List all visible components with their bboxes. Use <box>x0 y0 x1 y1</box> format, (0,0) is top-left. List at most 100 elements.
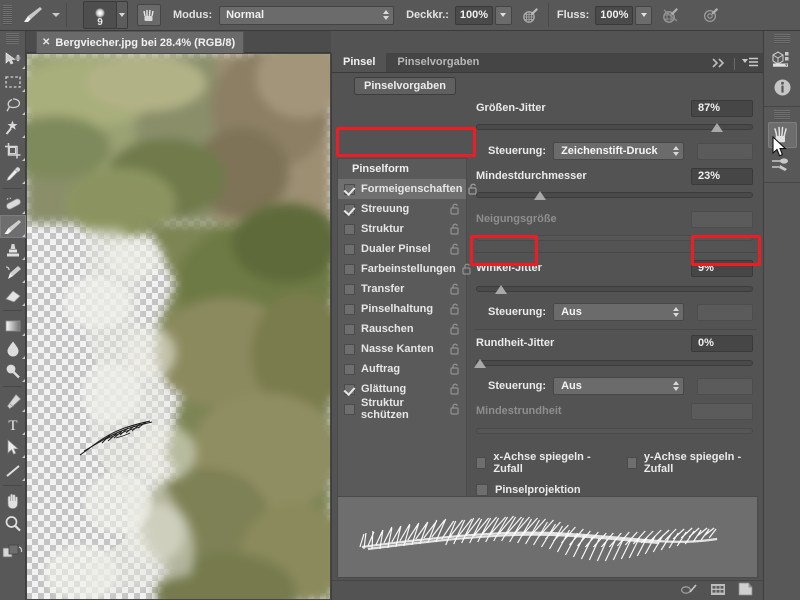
checkbox-glaettung[interactable] <box>344 383 355 395</box>
dock-group-grip[interactable] <box>774 34 790 44</box>
angle-jitter-control-extra[interactable] <box>696 303 753 321</box>
tool-dodge[interactable] <box>0 360 26 383</box>
close-x-icon[interactable]: ✕ <box>42 37 50 48</box>
pressure-opacity-icon[interactable] <box>520 4 542 26</box>
lock-open-icon[interactable] <box>450 383 460 395</box>
brush-toggle-icon[interactable] <box>680 583 698 598</box>
checkbox-pinselhaltung[interactable] <box>344 303 355 315</box>
double-chevron-right-icon[interactable] <box>712 57 728 71</box>
angle-jitter-slider[interactable] <box>476 283 753 295</box>
toolbox-grip[interactable] <box>6 33 19 44</box>
checkbox-transfer[interactable] <box>344 283 355 295</box>
tool-healing-brush[interactable] <box>0 192 26 215</box>
lock-open-icon[interactable] <box>450 203 460 215</box>
checkbox-streuung[interactable] <box>344 203 355 215</box>
roundness-jitter-control-extra[interactable] <box>696 377 753 395</box>
tool-hand[interactable] <box>0 489 26 512</box>
lock-open-icon[interactable] <box>450 363 460 375</box>
info-panel-icon[interactable] <box>768 74 797 100</box>
tool-lasso[interactable] <box>0 93 26 116</box>
slider-thumb[interactable] <box>494 285 507 294</box>
tool-gradient[interactable] <box>0 314 26 337</box>
checkbox-flip-y[interactable] <box>626 457 637 469</box>
checkbox-struktur-schuetzen[interactable] <box>344 403 355 415</box>
new-preset-icon[interactable] <box>710 583 726 599</box>
panel-menu-icon[interactable] <box>741 57 759 71</box>
roundness-jitter-control-select[interactable]: Aus <box>553 377 684 395</box>
option-transfer[interactable]: Transfer <box>338 279 466 299</box>
lock-open-icon[interactable] <box>462 263 472 275</box>
checkbox-dualer-pinsel[interactable] <box>344 243 355 255</box>
tool-blur[interactable] <box>0 337 26 360</box>
checkbox-auftrag[interactable] <box>344 363 355 375</box>
min-diameter-slider[interactable] <box>476 189 753 201</box>
tool-pen[interactable] <box>0 390 26 413</box>
lock-open-icon[interactable] <box>450 283 460 295</box>
angle-jitter-value[interactable]: 9% <box>691 259 753 277</box>
checkbox-flip-x[interactable] <box>476 457 487 469</box>
pressure-flow-icon[interactable] <box>660 4 682 26</box>
option-pinselhaltung[interactable]: Pinselhaltung <box>338 299 466 319</box>
checkbox-nasse-kanten[interactable] <box>344 343 355 355</box>
brush-preset-chevron-down-icon[interactable] <box>117 1 128 29</box>
brush-projection-option[interactable]: Pinselprojektion <box>476 484 753 496</box>
airbrush-icon[interactable] <box>700 4 722 26</box>
mode-select[interactable]: Normal <box>219 5 395 25</box>
canvas-area[interactable] <box>26 53 331 600</box>
checkbox-struktur[interactable] <box>344 223 355 235</box>
tool-eraser[interactable] <box>0 284 26 307</box>
lock-open-icon[interactable] <box>450 303 460 315</box>
flip-y-option[interactable]: y-Achse spiegeln - Zufall <box>626 451 754 475</box>
flow-chevron-down-icon[interactable] <box>635 5 653 25</box>
angle-jitter-control-select[interactable]: Aus <box>553 303 684 321</box>
checkbox-farbeinstellungen[interactable] <box>344 263 355 275</box>
size-jitter-control-select[interactable]: Zeichenstift-Druck <box>553 142 684 160</box>
slider-thumb[interactable] <box>474 359 486 368</box>
new-brush-icon[interactable] <box>738 582 753 599</box>
size-jitter-value[interactable]: 87% <box>691 99 753 117</box>
foreground-background-colors-icon[interactable] <box>0 541 26 564</box>
option-rauschen[interactable]: Rauschen <box>338 319 466 339</box>
brush-tip-shape-header[interactable]: Pinselform <box>338 159 466 179</box>
option-struktur-schuetzen[interactable]: Struktur schützen <box>338 397 466 421</box>
options-bar-grip[interactable] <box>3 5 12 25</box>
tool-move[interactable] <box>0 47 26 70</box>
brush-presets-button[interactable]: Pinselvorgaben <box>354 76 456 95</box>
tab-pinsel[interactable]: Pinsel <box>332 52 387 72</box>
lock-open-icon[interactable] <box>450 223 460 235</box>
tool-type[interactable]: T <box>0 413 26 436</box>
lock-open-icon[interactable] <box>450 403 460 415</box>
roundness-jitter-slider[interactable] <box>474 357 753 369</box>
slider-thumb[interactable] <box>533 191 546 200</box>
tool-clone-stamp[interactable] <box>0 238 26 261</box>
checkbox-rauschen[interactable] <box>344 323 355 335</box>
tab-pinselvorgaben[interactable]: Pinselvorgaben <box>386 52 490 72</box>
lock-open-icon[interactable] <box>450 343 460 355</box>
option-nasse-kanten[interactable]: Nasse Kanten <box>338 339 466 359</box>
tool-brush[interactable] <box>0 215 26 238</box>
opacity-chevron-down-icon[interactable] <box>494 5 512 25</box>
tool-magic-wand[interactable] <box>0 116 26 139</box>
option-farbeinstellungen[interactable]: Farbeinstellungen <box>338 259 471 279</box>
slider-thumb[interactable] <box>710 123 723 132</box>
tool-marquee[interactable] <box>0 70 26 93</box>
tool-path-selection[interactable] <box>0 436 26 459</box>
tool-eyedropper[interactable] <box>0 162 26 185</box>
flow-value[interactable]: 100% <box>595 5 634 25</box>
tool-history-brush[interactable] <box>0 261 26 284</box>
checkbox-brush-projection[interactable] <box>476 484 488 496</box>
flip-x-option[interactable]: x-Achse spiegeln - Zufall <box>476 451 603 475</box>
option-struktur[interactable]: Struktur <box>338 219 466 239</box>
lock-open-icon[interactable] <box>450 323 460 335</box>
option-auftrag[interactable]: Auftrag <box>338 359 466 379</box>
roundness-jitter-value[interactable]: 0% <box>691 334 753 352</box>
document-tab[interactable]: ✕ Bergviecher.jpg bei 28.4% (RGB/8) <box>36 31 245 53</box>
3d-panel-icon[interactable] <box>768 46 797 72</box>
option-formeigenschaften[interactable]: Formeigenschaften <box>338 179 478 199</box>
brush-size-preview[interactable]: 9 <box>83 1 117 29</box>
current-tool-icon[interactable] <box>20 4 46 26</box>
option-glaettung[interactable]: Glättung <box>338 379 466 399</box>
lock-open-icon[interactable] <box>450 243 460 255</box>
dock-group-grip-2[interactable] <box>774 110 790 120</box>
tool-zoom[interactable] <box>0 512 26 535</box>
